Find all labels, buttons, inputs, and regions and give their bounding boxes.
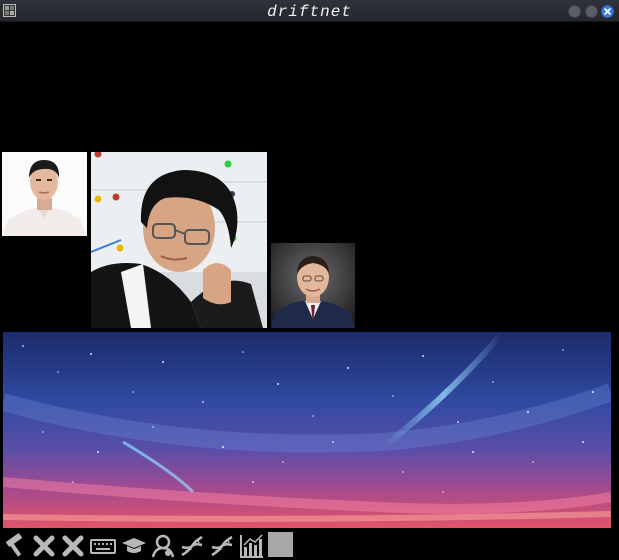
window-title: driftnet [267, 3, 352, 21]
color-swatch[interactable] [268, 532, 293, 557]
dna-icon[interactable] [209, 533, 235, 559]
maximize-button[interactable] [585, 5, 598, 18]
user-icon[interactable] [150, 533, 176, 559]
captured-image-starfield-banner[interactable] [3, 332, 611, 528]
keyboard-icon[interactable] [90, 533, 116, 559]
chart-icon[interactable] [239, 533, 265, 559]
toolbar [0, 530, 619, 560]
dna-icon[interactable] [179, 533, 205, 559]
captured-image-portrait-older-man[interactable] [271, 243, 355, 328]
graduation-cap-icon[interactable] [121, 533, 147, 559]
hammer-icon[interactable] [2, 533, 28, 559]
capture-canvas [0, 22, 619, 530]
close-x-icon[interactable] [60, 533, 86, 559]
close-button[interactable] [601, 5, 614, 18]
close-icon [604, 8, 611, 15]
captured-image-portrait-young-man[interactable] [2, 152, 87, 236]
captured-image-portrait-man-glasses[interactable] [91, 152, 267, 328]
minimize-button[interactable] [568, 5, 581, 18]
close-x-icon[interactable] [31, 533, 57, 559]
title-bar: driftnet [0, 0, 619, 22]
